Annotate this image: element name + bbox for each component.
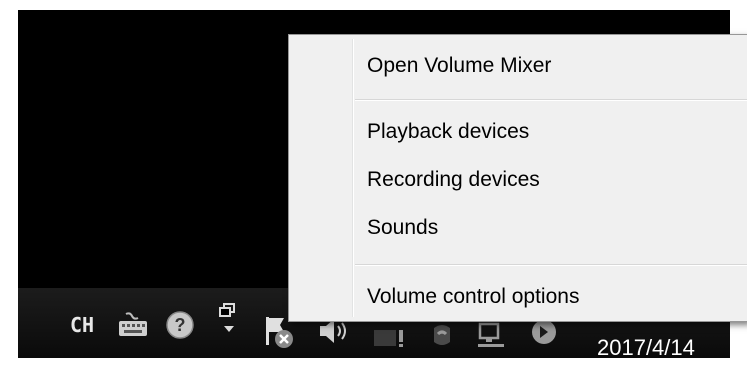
update-icon[interactable] <box>528 318 562 355</box>
keyboard-icon[interactable] <box>118 312 148 343</box>
menu-item-playback-devices[interactable]: Playback devices <box>355 114 744 150</box>
volume-context-menu: Open Volume Mixer Playback devices Recor… <box>288 34 747 322</box>
menu-icon-gutter <box>352 39 354 317</box>
menu-item-open-volume-mixer[interactable]: Open Volume Mixer <box>355 48 744 84</box>
sync-icon[interactable] <box>428 320 456 355</box>
menu-item-sounds[interactable]: Sounds <box>355 210 744 246</box>
menu-separator <box>355 264 747 266</box>
monitor-icon[interactable] <box>372 326 406 357</box>
clock-date[interactable]: 2017/4/14 <box>597 335 695 361</box>
help-icon[interactable]: ? <box>165 310 195 345</box>
language-indicator[interactable]: CH <box>70 313 94 337</box>
menu-item-recording-devices[interactable]: Recording devices <box>355 162 744 198</box>
window-restore-icon[interactable] <box>218 300 240 349</box>
svg-text:?: ? <box>175 315 186 335</box>
menu-separator <box>355 99 747 101</box>
network-icon[interactable] <box>476 320 510 357</box>
menu-item-volume-control-options[interactable]: Volume control options <box>355 279 744 315</box>
